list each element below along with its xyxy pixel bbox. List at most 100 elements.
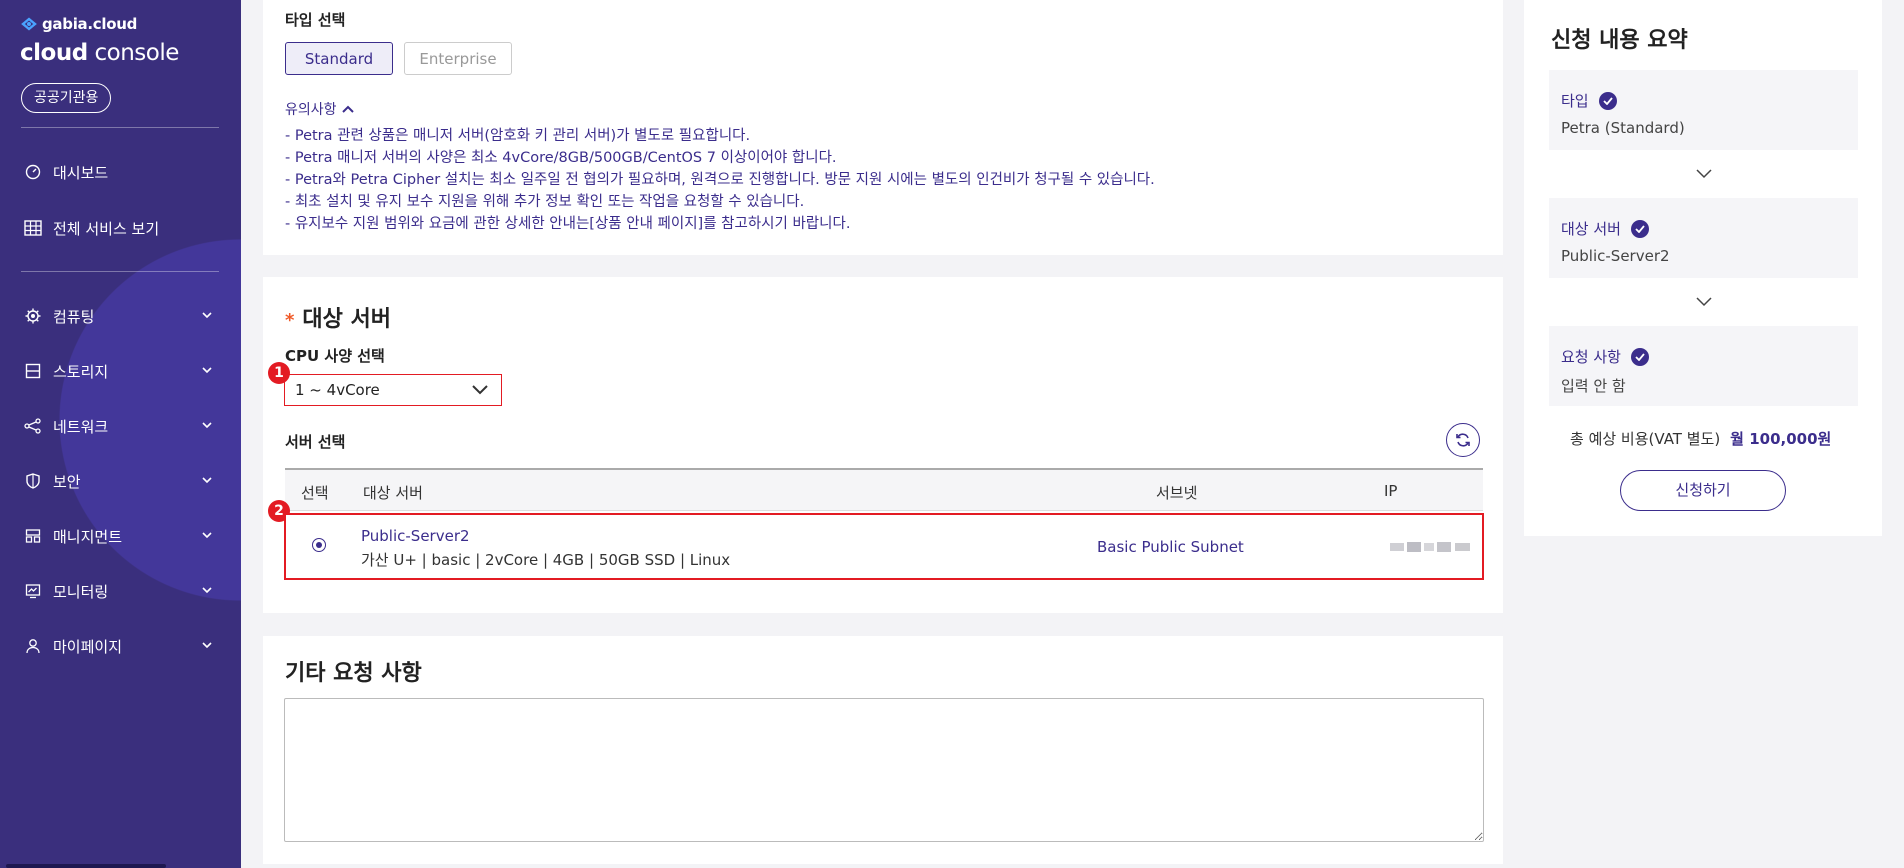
- check-circle-icon: [1630, 219, 1649, 238]
- grid-icon: [24, 219, 42, 237]
- chevron-down-icon: [202, 532, 212, 539]
- sidebar-item-label: 매니지먼트: [53, 527, 123, 546]
- brand-logo[interactable]: gabia.cloud: [21, 15, 137, 33]
- sidebar-item-network[interactable]: 네트워크: [24, 411, 214, 441]
- check-circle-icon: [1630, 347, 1649, 366]
- other-request-card: 기타 요청 사항: [263, 636, 1503, 864]
- summary-key: 대상 서버: [1561, 220, 1621, 238]
- user-icon: [24, 637, 42, 655]
- brand-console-title: cloud console: [20, 40, 179, 66]
- shield-icon: [24, 472, 42, 490]
- total-value: 월 100,000원: [1730, 430, 1832, 448]
- dashboard-icon: [24, 163, 42, 181]
- summary-key: 타입: [1561, 92, 1589, 110]
- notice-line: - 유지보수 지원 범위와 요금에 관한 상세한 안내는[상품 안내 페이지]를…: [285, 216, 851, 232]
- monitor-icon: [24, 582, 42, 600]
- notice-line: - Petra와 Petra Cipher 설치는 최소 일주일 전 협의가 필…: [285, 172, 1155, 188]
- type-label: 타입 선택: [285, 11, 346, 29]
- summary-value: Public-Server2: [1561, 247, 1670, 265]
- cpu-spec-select[interactable]: 1 ~ 4vCore: [284, 374, 502, 406]
- type-card: 타입 선택 Standard Enterprise 유의사항 - Petra 관…: [263, 0, 1503, 255]
- management-icon: [24, 527, 42, 545]
- other-request-textarea[interactable]: [284, 698, 1484, 842]
- step-badge-1: 1: [268, 362, 290, 384]
- sidebar: gabia.cloud cloud console 공공기관용 대시보드 전체 …: [0, 0, 241, 868]
- server-radio[interactable]: [312, 538, 326, 552]
- summary-item-request: 요청 사항 입력 안 함: [1549, 326, 1858, 406]
- chevron-down-icon: [1696, 297, 1712, 307]
- check-circle-icon: [1598, 91, 1617, 110]
- chevron-down-icon: [202, 312, 212, 319]
- col-target-server: 대상 서버: [363, 484, 423, 502]
- blurred-ip: [1390, 542, 1470, 552]
- chevron-down-icon: [202, 477, 212, 484]
- chevron-down-icon: [202, 642, 212, 649]
- target-server-title: * 대상 서버: [285, 307, 392, 332]
- refresh-icon: [1456, 433, 1470, 447]
- summary-title: 신청 내용 요약: [1551, 28, 1688, 53]
- sidebar-item-label: 네트워크: [53, 417, 109, 436]
- summary-panel: 신청 내용 요약 타입 Petra (Standard) 대상 서버 Publi…: [1524, 0, 1882, 536]
- chevron-up-icon: [341, 105, 354, 113]
- sidebar-item-label: 전체 서비스 보기: [53, 219, 160, 238]
- col-subnet: 서브넷: [1156, 484, 1198, 502]
- summary-key: 요청 사항: [1561, 348, 1621, 366]
- sidebar-scrollbar[interactable]: [6, 864, 166, 868]
- type-standard-button[interactable]: Standard: [285, 42, 393, 75]
- sidebar-item-label: 모니터링: [53, 582, 109, 601]
- sidebar-item-storage[interactable]: 스토리지: [24, 356, 214, 386]
- chevron-down-icon: [202, 587, 212, 594]
- required-mark: *: [285, 309, 295, 331]
- sidebar-item-management[interactable]: 매니지먼트: [24, 521, 214, 551]
- summary-value: Petra (Standard): [1561, 119, 1685, 137]
- sidebar-item-label: 대시보드: [53, 163, 109, 182]
- chevron-down-icon: [202, 422, 212, 429]
- table-row[interactable]: Public-Server2 가산 U+ | basic | 2vCore | …: [284, 513, 1484, 580]
- total-label: 총 예상 비용(VAT 별도): [1570, 430, 1721, 448]
- sidebar-item-label: 보안: [53, 472, 81, 491]
- cpu-spec-label: CPU 사양 선택: [285, 347, 385, 365]
- sidebar-item-all-services[interactable]: 전체 서비스 보기: [24, 213, 214, 243]
- notice-line: - 최초 설치 및 유지 보수 지원을 위해 추가 정보 확인 또는 작업을 요…: [285, 194, 805, 210]
- sidebar-item-dashboard[interactable]: 대시보드: [24, 157, 214, 187]
- sidebar-item-label: 스토리지: [53, 362, 109, 381]
- notice-line: - Petra 매니저 서버의 사양은 최소 4vCore/8GB/500GB/…: [285, 150, 837, 166]
- summary-item-target: 대상 서버 Public-Server2: [1549, 198, 1858, 278]
- notice-line: - Petra 관련 상품은 매니저 서버(암호화 키 관리 서버)가 별도로 …: [285, 128, 751, 144]
- sidebar-item-label: 마이페이지: [53, 637, 123, 656]
- apply-button[interactable]: 신청하기: [1620, 470, 1786, 511]
- storage-icon: [24, 362, 42, 380]
- col-ip: IP: [1384, 482, 1398, 500]
- summary-value: 입력 안 함: [1561, 377, 1626, 395]
- server-spec: 가산 U+ | basic | 2vCore | 4GB | 50GB SSD …: [361, 551, 731, 569]
- notice-toggle[interactable]: 유의사항: [285, 99, 355, 119]
- sidebar-item-mypage[interactable]: 마이페이지: [24, 631, 214, 661]
- other-request-title: 기타 요청 사항: [285, 661, 422, 686]
- sidebar-divider: [21, 127, 219, 128]
- sidebar-item-monitoring[interactable]: 모니터링: [24, 576, 214, 606]
- sidebar-item-label: 컴퓨팅: [53, 307, 95, 326]
- brand-small-text: gabia.cloud: [42, 15, 138, 33]
- chevron-down-icon: [472, 385, 488, 395]
- server-subnet: Basic Public Subnet: [1097, 538, 1244, 556]
- total-cost: 총 예상 비용(VAT 별도) 월 100,000원: [1570, 428, 1831, 449]
- col-select: 선택: [301, 484, 329, 502]
- server-name: Public-Server2: [361, 527, 470, 545]
- gabia-logo-icon: [21, 17, 37, 31]
- sidebar-item-computing[interactable]: 컴퓨팅: [24, 301, 214, 331]
- target-server-card: * 대상 서버 CPU 사양 선택 1 ~ 4vCore 1 서버 선택 선택 대…: [263, 277, 1503, 613]
- refresh-button[interactable]: [1446, 423, 1480, 457]
- chevron-down-icon: [202, 367, 212, 374]
- gear-icon: [24, 307, 42, 325]
- summary-item-type: 타입 Petra (Standard): [1549, 70, 1858, 150]
- sidebar-divider: [21, 271, 219, 272]
- type-enterprise-button[interactable]: Enterprise: [404, 42, 512, 75]
- sidebar-item-security[interactable]: 보안: [24, 466, 214, 496]
- notice-toggle-label: 유의사항: [285, 102, 337, 118]
- public-agency-badge[interactable]: 공공기관용: [21, 83, 112, 113]
- server-table-header: 선택 대상 서버 서브넷 IP: [285, 468, 1483, 511]
- network-icon: [24, 417, 42, 435]
- cpu-spec-value: 1 ~ 4vCore: [295, 381, 380, 399]
- chevron-down-icon: [1696, 169, 1712, 179]
- server-select-label: 서버 선택: [285, 433, 346, 451]
